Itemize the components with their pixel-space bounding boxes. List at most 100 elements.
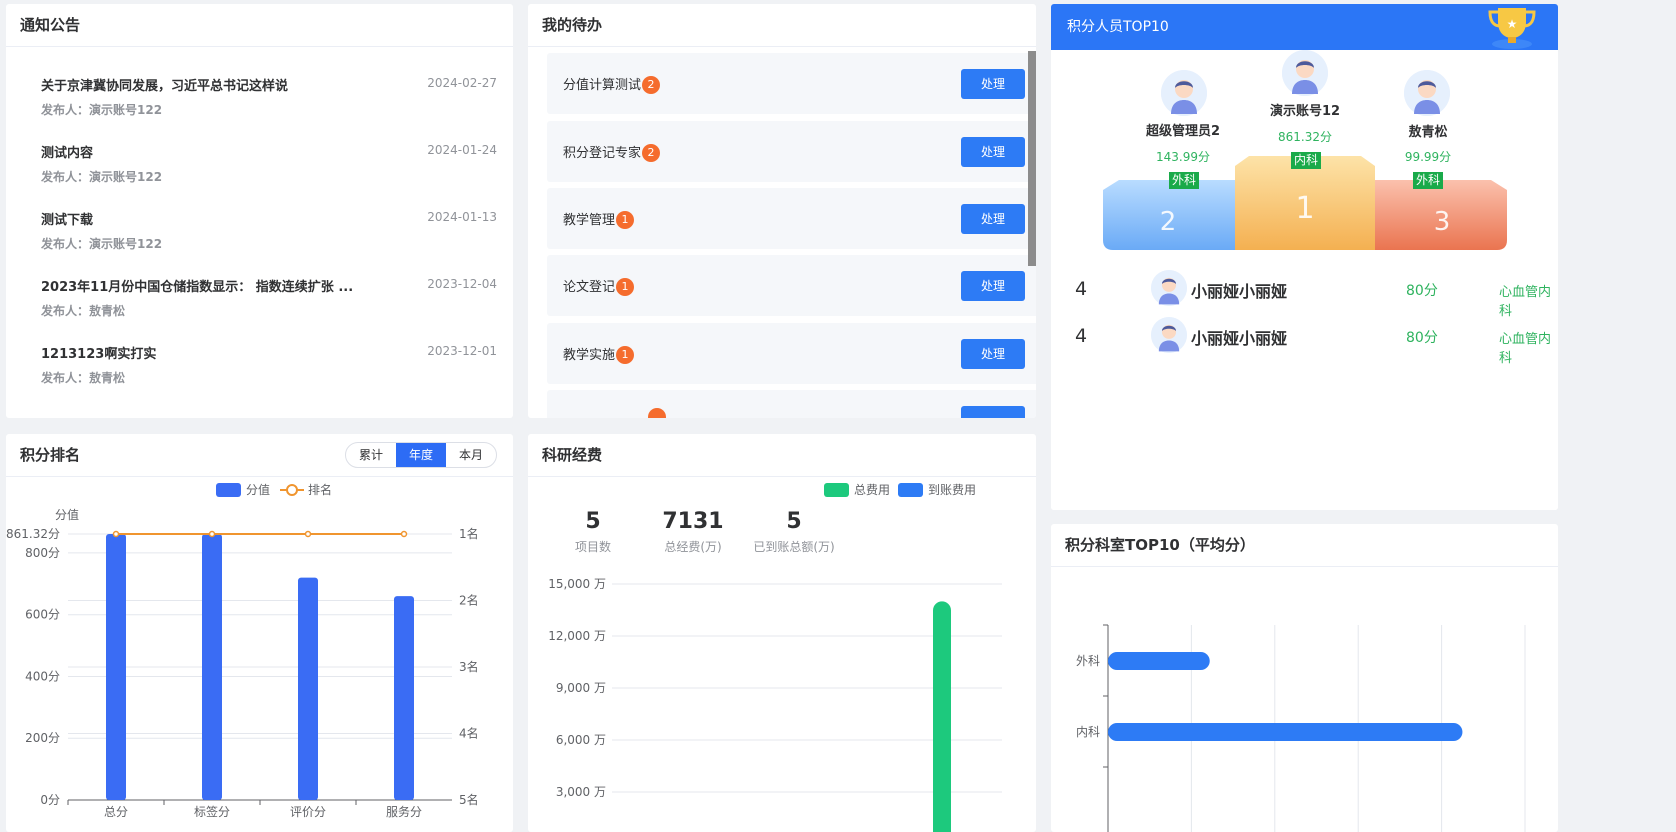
period-switch: 累计 年度 本月 <box>345 442 497 468</box>
user-icon <box>1151 317 1187 353</box>
todo-item: 教学实施 1 处理 <box>547 323 1036 384</box>
y-category-label: 外科 <box>1076 654 1100 668</box>
podium-rank-1: 1 <box>1295 191 1314 226</box>
bar[interactable] <box>298 577 318 800</box>
process-button[interactable]: 处理 <box>961 137 1025 167</box>
rank-point[interactable] <box>304 530 312 538</box>
todo-item: 积分登记专家 2 处理 <box>547 121 1036 182</box>
trophy-icon: ★ <box>1488 8 1536 49</box>
todo-label-text: 积分登记专家 <box>563 146 642 161</box>
bar[interactable] <box>106 534 126 800</box>
todo-count-badge: 1 <box>616 346 635 364</box>
dept-top10-title: 积分科室TOP10（平均分） <box>1051 524 1558 567</box>
notice-item-publisher: 发布人：演示账号122 <box>41 237 163 251</box>
user-icon <box>1282 50 1328 96</box>
podium-name-2: 超级管理员2 <box>1145 124 1221 139</box>
tab-cumulative[interactable]: 累计 <box>346 443 396 467</box>
top10-header: 积分人员TOP10 <box>1051 4 1558 50</box>
todo-scrollbar[interactable] <box>1028 51 1036 266</box>
rank-point[interactable] <box>112 530 120 538</box>
y-tick-label: 0分 <box>40 793 60 807</box>
avatar <box>1151 270 1187 306</box>
notice-item-title[interactable]: 1213123啊实打实 <box>41 343 401 362</box>
todo-item: 论文登记 1 处理 <box>547 255 1036 316</box>
notice-item-date: 2023-12-04 <box>427 277 497 291</box>
notice-item-title[interactable]: 关于京津冀协同发展，习近平总书记这样说 <box>41 75 401 94</box>
podium-rank-3: 3 <box>1434 207 1451 237</box>
stat-projects-value: 5 <box>585 509 601 534</box>
legend-total-swatch <box>824 482 849 497</box>
bar-total[interactable] <box>933 601 951 832</box>
process-button[interactable]: 处理 <box>961 271 1025 301</box>
top10-title: 积分人员TOP10 <box>1067 19 1169 35</box>
podium-score-2: 143.99分 <box>1156 150 1210 164</box>
x-tick-label: 服务分 <box>386 804 422 819</box>
podium-name-3: 敖青松 <box>1408 125 1448 140</box>
rank-point[interactable] <box>208 530 216 538</box>
process-button[interactable] <box>961 406 1025 418</box>
avatar <box>1161 70 1207 116</box>
notice-item-title[interactable]: 测试下载 <box>41 209 401 228</box>
todo-item: 教学管理 1 处理 <box>547 188 1036 249</box>
tab-month[interactable]: 本月 <box>446 443 496 467</box>
todo-item-label: 教学实施 1 <box>563 344 635 364</box>
notice-item-publisher: 发布人：敖青松 <box>41 304 126 318</box>
rank-number: 4 <box>1075 325 1088 347</box>
podium-rank-2: 2 <box>1160 207 1177 237</box>
top10-card: 积分人员TOP10 ★ 2 1 3 超级管理员2 143.99分 外科 演示账号… <box>1051 4 1558 510</box>
podium: 2 1 3 <box>1103 156 1507 250</box>
todo-title: 我的待办 <box>528 4 1036 47</box>
notice-item[interactable]: 1213123啊实打实 2023-12-01 发布人：敖青松 <box>41 343 497 386</box>
notice-item-publisher: 发布人：敖青松 <box>41 371 126 385</box>
notice-item-title[interactable]: 2023年11月份中国仓储指数显示： 指数连续扩张 ... <box>41 276 401 295</box>
todo-item-label: 积分登记专家 2 <box>563 142 661 162</box>
rank-name: 小丽娅小丽娅 <box>1191 282 1288 301</box>
legend-total-label[interactable]: 总费用 <box>854 481 890 498</box>
notice-item-date: 2023-12-01 <box>427 344 497 358</box>
notice-item[interactable]: 测试内容 2024-01-24 发布人：演示账号122 <box>41 142 497 185</box>
podium-dept-1: 内科 <box>1291 152 1322 169</box>
legend-arrived-label[interactable]: 到账费用 <box>928 481 976 498</box>
bar[interactable] <box>202 534 222 800</box>
rank-point[interactable] <box>400 530 408 538</box>
top10-body: 2 1 3 超级管理员2 143.99分 外科 演示账号12 861.32分 内… <box>1051 50 1558 510</box>
notice-item-title[interactable]: 测试内容 <box>41 142 401 161</box>
y2-tick-label: 1名 <box>459 526 479 541</box>
dept-bar[interactable] <box>1108 652 1210 670</box>
todo-label-text: 论文登记 <box>563 280 616 295</box>
todo-item <box>547 390 1036 418</box>
podium-dept-3: 外科 <box>1413 172 1444 189</box>
y-tick-label: 6,000 万 <box>556 733 606 747</box>
y-tick-label: 861.32分 <box>6 527 60 541</box>
notice-item-publisher: 发布人：演示账号122 <box>41 170 163 184</box>
notice-item-date: 2024-01-24 <box>427 143 497 157</box>
notice-title: 通知公告 <box>6 4 513 47</box>
ranking-chart: 0分 200分 400分 600分 800分 861.32分 1名 2名 3名 4名 5名总分 标签分… <box>6 526 479 819</box>
funding-legend: 总费用 到账费用 <box>824 481 976 498</box>
todo-label-text: 教学管理 <box>563 213 616 228</box>
process-button[interactable]: 处理 <box>961 204 1025 234</box>
notice-item[interactable]: 关于京津冀协同发展，习近平总书记这样说 2024-02-27 发布人：演示账号1… <box>41 75 497 118</box>
notice-item[interactable]: 2023年11月份中国仓储指数显示： 指数连续扩张 ... 2023-12-04… <box>41 276 497 319</box>
bar[interactable] <box>394 596 414 800</box>
notice-item[interactable]: 测试下载 2024-01-13 发布人：演示账号122 <box>41 209 497 252</box>
todo-item-label: 教学管理 1 <box>563 209 635 229</box>
podium-name-1: 演示账号12 <box>1269 104 1341 119</box>
avatar <box>1151 317 1187 353</box>
rank-dept: 心血管内科 <box>1499 332 1552 366</box>
process-button[interactable]: 处理 <box>961 69 1025 99</box>
stat-projects-label: 项目数 <box>574 540 611 554</box>
todo-count-badge <box>648 408 666 418</box>
notice-item-date: 2024-02-27 <box>427 76 497 90</box>
todo-list[interactable]: 分值计算测试 2 处理 积分登记专家 2 处理 教学管理 1 处理 论文登记 1 处理 教学实施… <box>528 48 1036 418</box>
todo-count-badge: 1 <box>616 278 635 296</box>
y-tick-label: 200分 <box>25 731 60 745</box>
legend-arrived-swatch <box>898 482 924 497</box>
tab-year[interactable]: 年度 <box>396 443 446 467</box>
dept-bar[interactable] <box>1108 723 1463 741</box>
stat-total-value: 7131 <box>662 509 724 534</box>
dept-top10-card: 积分科室TOP10（平均分） 外科 内科 <box>1051 524 1558 832</box>
notice-item-date: 2024-01-13 <box>427 210 497 224</box>
process-button[interactable]: 处理 <box>961 339 1025 369</box>
x-tick-label: 标签分 <box>194 804 230 819</box>
